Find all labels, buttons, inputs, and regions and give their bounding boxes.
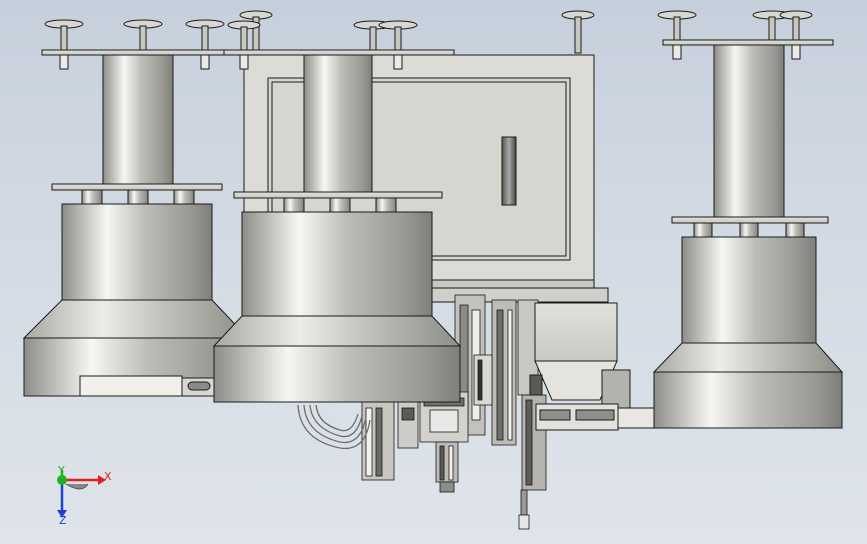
x-axis-label: X: [104, 470, 112, 483]
right-feeder-bowl: [652, 10, 844, 429]
left-feeder-bowl: [22, 19, 250, 397]
axis-triad: X Y Z: [57, 464, 112, 527]
cad-viewport[interactable]: X Y Z: [0, 0, 867, 544]
cable-bundle: [297, 404, 371, 450]
y-axis-label: Y: [57, 464, 65, 477]
door-handle: [501, 136, 517, 206]
z-axis-label: Z: [59, 514, 67, 527]
